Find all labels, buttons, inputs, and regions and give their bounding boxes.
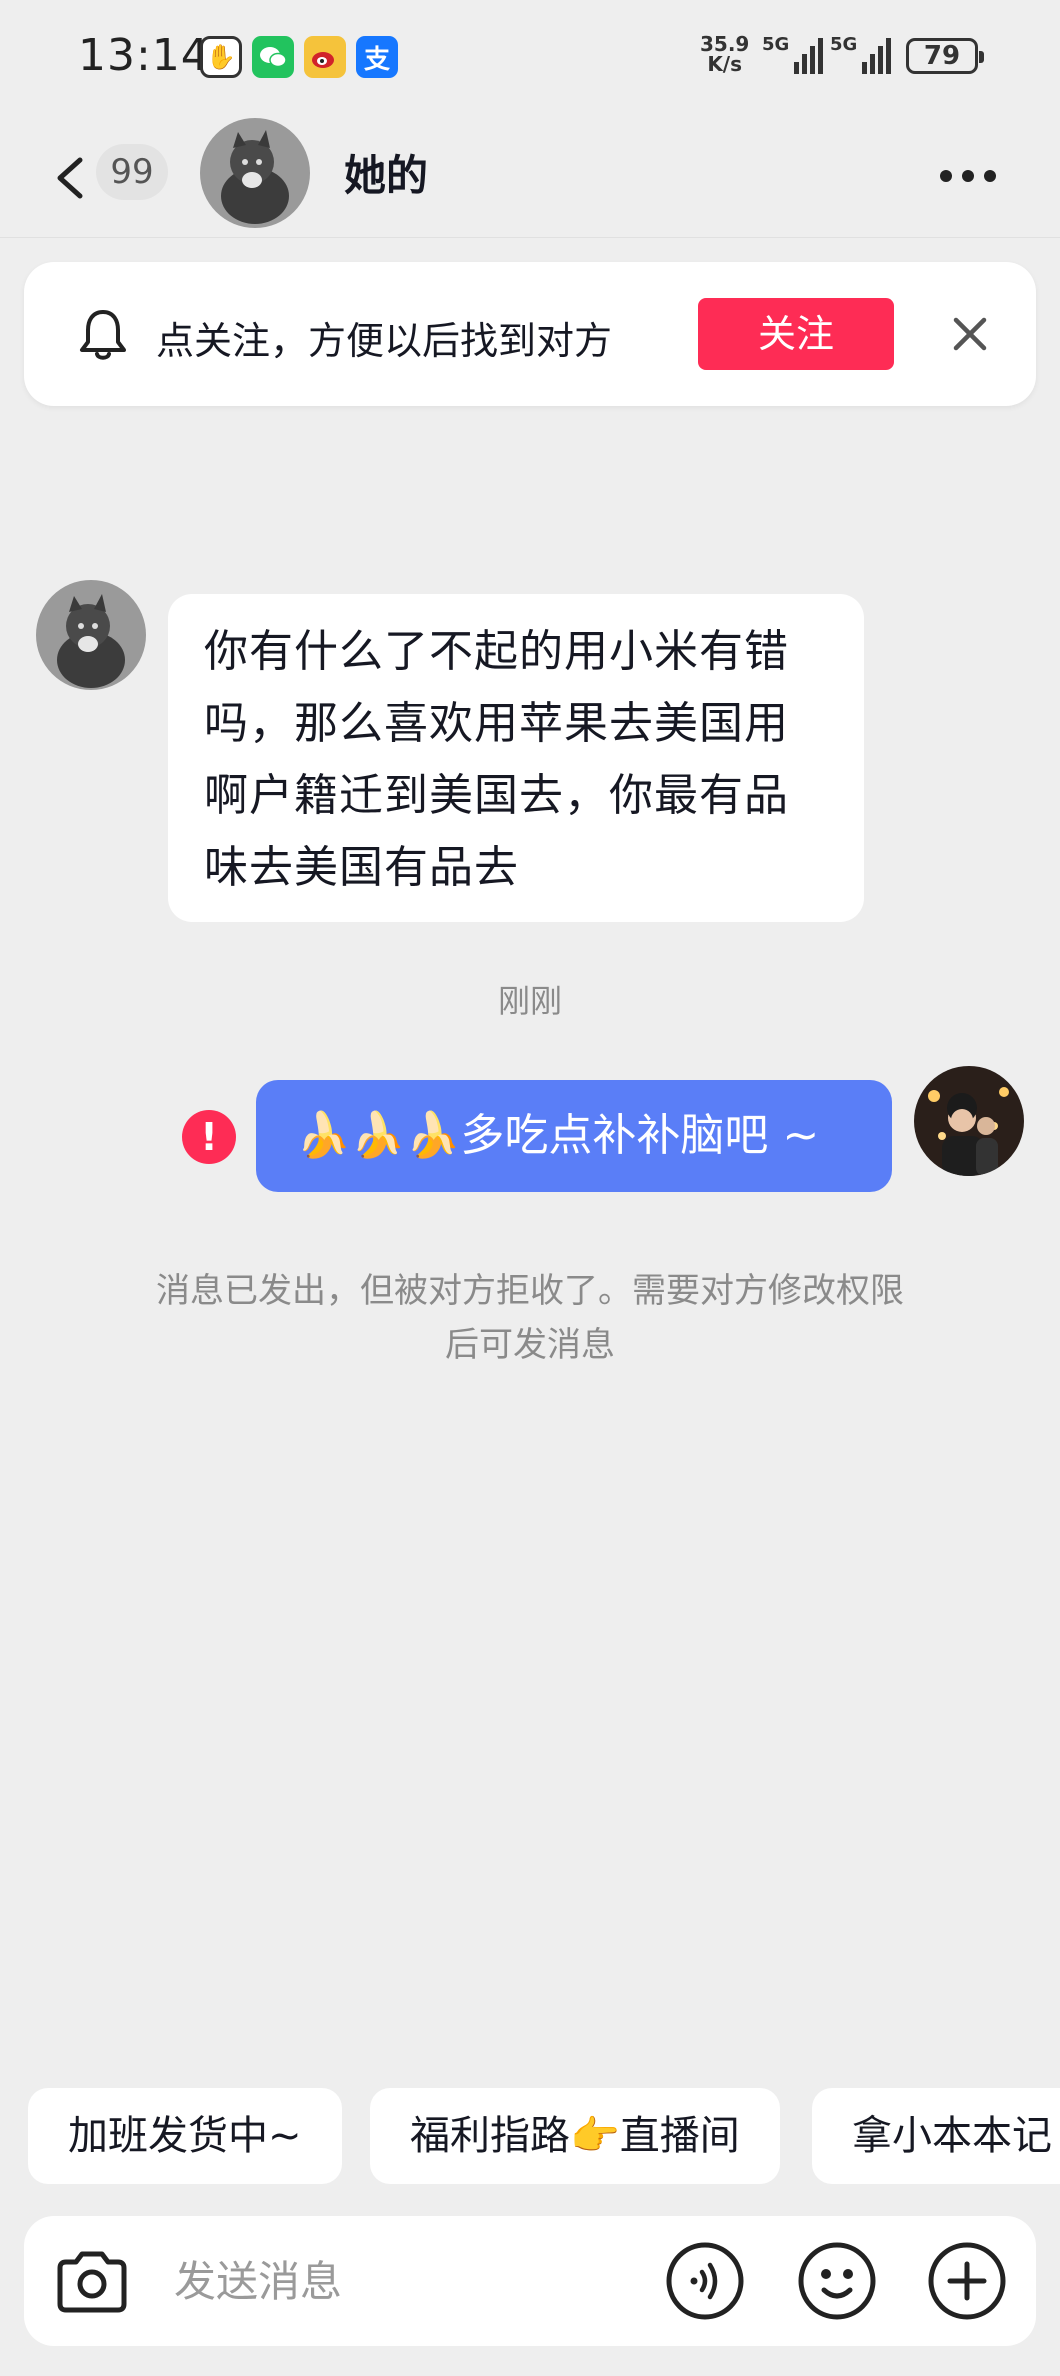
- signal-icon-sim1: 5G: [762, 34, 824, 74]
- incoming-message-bubble[interactable]: 你有什么了不起的用小米有错吗，那么喜欢用苹果去美国用啊户籍迁到美国去，你最有品味…: [168, 594, 864, 922]
- close-icon[interactable]: [944, 308, 996, 360]
- status-bar: 13:14 ✋ 支 35.9 K/s 5G 5G 79: [0, 0, 1060, 118]
- signal-icon-sim2: 5G: [830, 34, 892, 74]
- bell-icon: [80, 310, 126, 360]
- signal-label: 5G: [762, 34, 790, 55]
- follow-button[interactable]: 关注: [698, 298, 894, 370]
- emoji-icon[interactable]: [796, 2240, 878, 2322]
- more-icon: [940, 170, 952, 182]
- contact-avatar[interactable]: [200, 118, 310, 228]
- battery-icon: 79: [906, 38, 984, 74]
- my-avatar[interactable]: [914, 1066, 1024, 1176]
- error-icon[interactable]: !: [182, 1110, 236, 1164]
- follow-banner: 点关注，方便以后找到对方 关注: [24, 262, 1036, 406]
- status-time: 13:14: [78, 30, 210, 81]
- quick-reply-chip[interactable]: 拿小本本记: [812, 2088, 1060, 2184]
- camera-icon[interactable]: [52, 2246, 132, 2318]
- outgoing-message-bubble[interactable]: 🍌🍌🍌多吃点补补脑吧 ~: [256, 1080, 892, 1192]
- chat-title[interactable]: 她的: [344, 142, 428, 203]
- notification-icons: ✋ 支: [200, 36, 398, 78]
- unread-count-badge[interactable]: 99: [96, 144, 168, 200]
- quick-reply-chip[interactable]: 加班发货中~: [28, 2088, 342, 2184]
- sender-avatar[interactable]: [36, 580, 146, 690]
- network-speed: 35.9 K/s: [700, 34, 749, 74]
- message-input-bar: [24, 2216, 1036, 2346]
- follow-prompt-text: 点关注，方便以后找到对方: [156, 319, 613, 363]
- voice-icon[interactable]: [664, 2240, 746, 2322]
- weibo-icon: [304, 36, 346, 78]
- quick-reply-bar: 加班发货中~ 福利指路👉直播间 拿小本本记: [28, 2088, 1060, 2184]
- gesture-icon: ✋: [200, 36, 242, 78]
- plus-icon[interactable]: [926, 2240, 1008, 2322]
- wechat-icon: [252, 36, 294, 78]
- alipay-icon: 支: [356, 36, 398, 78]
- network-speed-unit: K/s: [707, 52, 743, 76]
- rejected-notice: 消息已发出，但被对方拒收了。需要对方修改权限后可发消息: [156, 1271, 904, 1365]
- message-input[interactable]: [174, 2248, 654, 2314]
- message-timestamp: 刚刚: [497, 982, 562, 1020]
- signal-label: 5G: [830, 34, 858, 55]
- chat-screen: 13:14 ✋ 支 35.9 K/s 5G 5G 79 99 她的 点关注，方便…: [0, 0, 1060, 2376]
- more-options-button[interactable]: [940, 156, 1010, 196]
- network-speed-value: 35.9: [700, 32, 750, 56]
- back-arrow-icon: [57, 157, 83, 199]
- quick-reply-chip[interactable]: 福利指路👉直播间: [370, 2088, 780, 2184]
- chat-header: 99 她的: [0, 118, 1060, 238]
- incoming-message-text: 你有什么了不起的用小米有错吗，那么喜欢用苹果去美国用啊户籍迁到美国去，你最有品味…: [204, 626, 789, 893]
